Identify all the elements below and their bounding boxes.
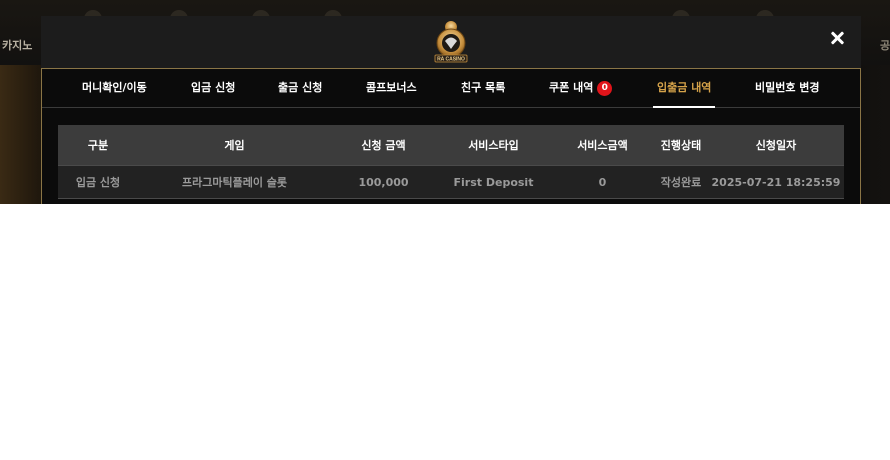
transaction-history-modal: RA CASINO 머니확인/이동 입금 신청 출금 신청 콤프보너스 친구 목…	[41, 16, 861, 204]
modal-header: RA CASINO	[41, 16, 861, 68]
tab-money-check[interactable]: 머니확인/이동	[82, 69, 147, 107]
tab-withdraw-request[interactable]: 출금 신청	[278, 69, 322, 107]
tab-comp-bonus[interactable]: 콤프보너스	[366, 69, 417, 107]
tab-change-password[interactable]: 비밀번호 변경	[755, 69, 820, 107]
column-header-date: 신청일자	[708, 125, 844, 166]
cell-status: 작성완료	[654, 165, 708, 199]
cell-service-type: First Deposit	[436, 165, 551, 199]
cell-game: 프라그마틱플레이 슬롯	[138, 165, 331, 199]
history-table: 구분 게임 신청 금액 서비스타입 서비스금액 진행상태 신청일자 입금 신청	[58, 125, 844, 199]
casino-logo-icon: RA CASINO	[434, 21, 468, 63]
coupon-count-badge: 0	[597, 81, 613, 96]
tab-deposit-request[interactable]: 입금 신청	[191, 69, 235, 107]
modal-body: 머니확인/이동 입금 신청 출금 신청 콤프보너스 친구 목록 쿠폰 내역 0 입…	[41, 68, 861, 204]
background-nav-item[interactable]: 공	[880, 37, 890, 53]
tab-friend-list[interactable]: 친구 목록	[461, 69, 505, 107]
tab-coupon-history[interactable]: 쿠폰 내역 0	[549, 69, 613, 107]
close-icon[interactable]	[827, 28, 847, 48]
table-header-row: 구분 게임 신청 금액 서비스타입 서비스금액 진행상태 신청일자	[58, 125, 844, 166]
background-nav-casino[interactable]: 카지노	[2, 37, 32, 53]
cell-type: 입금 신청	[58, 165, 138, 199]
column-header-type: 구분	[58, 125, 138, 166]
logo-text: RA CASINO	[437, 57, 465, 63]
cell-amount: 100,000	[331, 165, 436, 199]
column-header-status: 진행상태	[654, 125, 708, 166]
column-header-service-amount: 서비스금액	[551, 125, 654, 166]
column-header-game: 게임	[138, 125, 331, 166]
history-table-wrap: 구분 게임 신청 금액 서비스타입 서비스금액 진행상태 신청일자 입금 신청	[58, 125, 844, 199]
page-viewport: 카지노 공 RA CASINO 머니확인/이동 입금 신청 출금 신청 콤프보너…	[0, 0, 890, 204]
tab-transaction-history[interactable]: 입출금 내역	[652, 69, 716, 108]
column-header-service-type: 서비스타입	[436, 125, 551, 166]
tab-bar: 머니확인/이동 입금 신청 출금 신청 콤프보너스 친구 목록 쿠폰 내역 0 입…	[42, 69, 860, 108]
column-header-amount: 신청 금액	[331, 125, 436, 166]
table-row: 입금 신청 프라그마틱플레이 슬롯 100,000 First Deposit …	[58, 165, 844, 199]
cell-date: 2025-07-21 18:25:59	[708, 165, 844, 199]
tab-coupon-label: 쿠폰 내역	[549, 81, 594, 94]
cell-service-amount: 0	[551, 165, 654, 199]
